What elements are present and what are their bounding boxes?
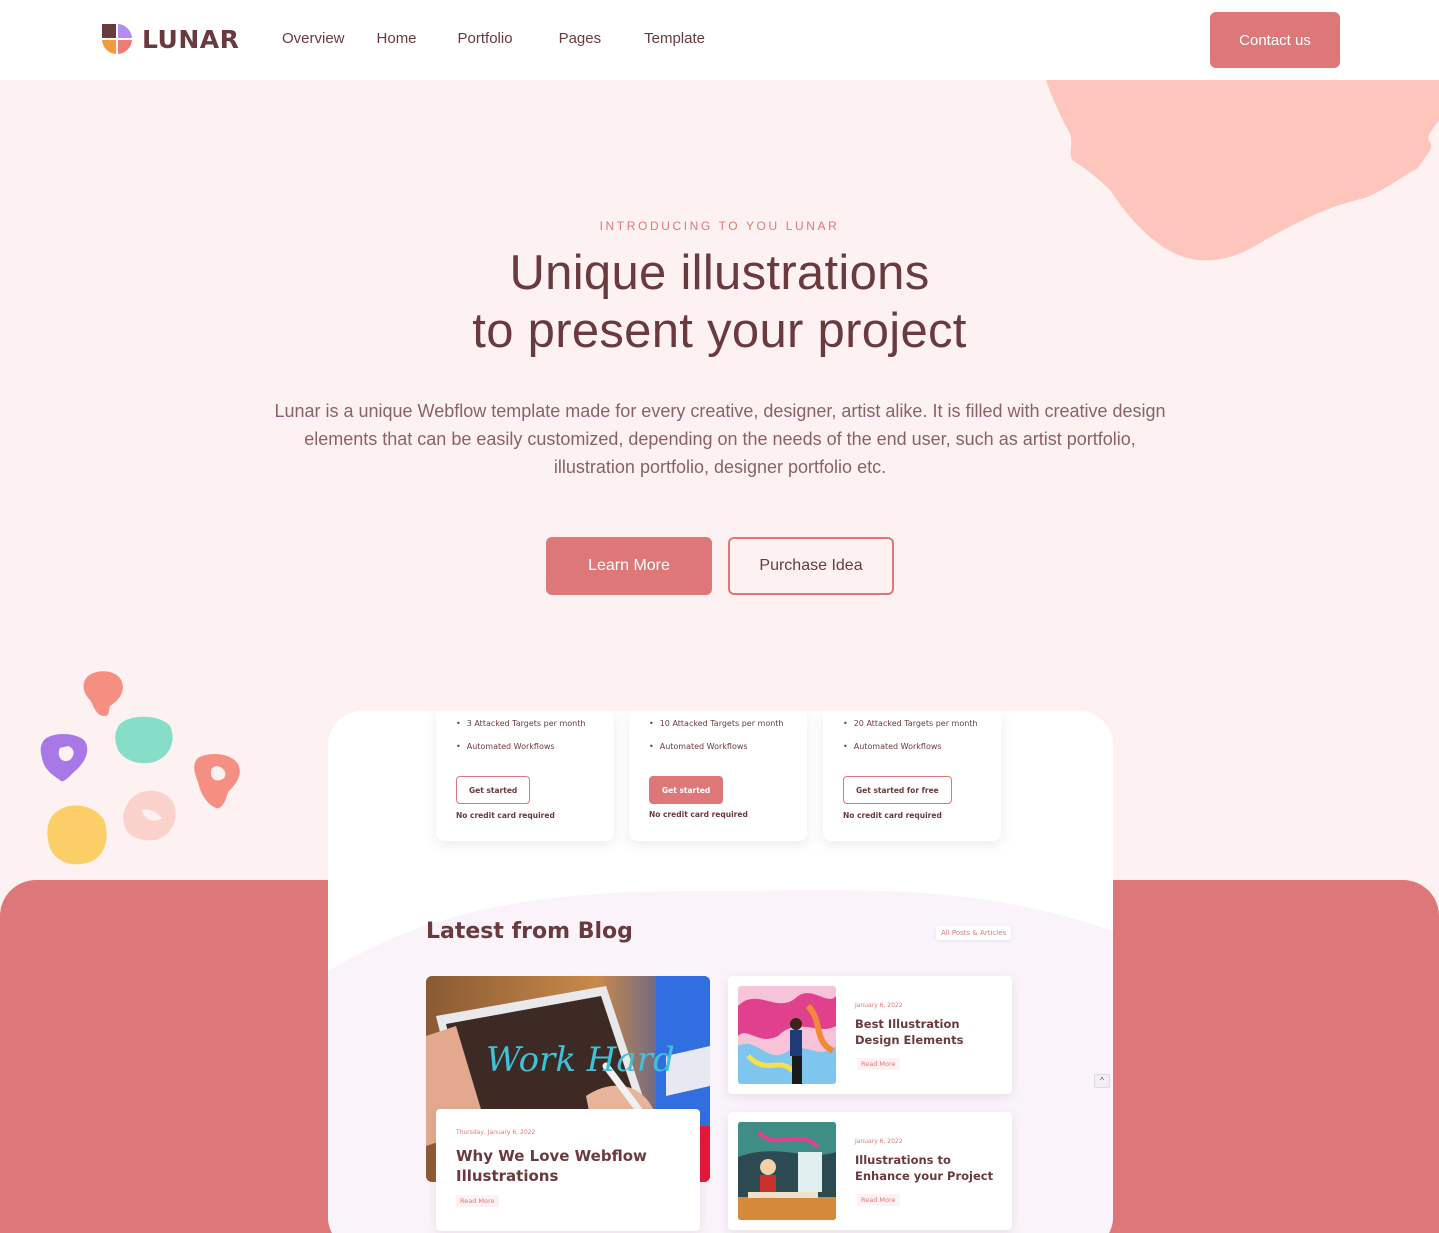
all-posts-link[interactable]: All Posts & Articles	[936, 926, 1012, 940]
get-started-free-button[interactable]: Get started for free	[843, 776, 952, 804]
contact-us-button[interactable]: Contact us	[1210, 12, 1340, 68]
post-title: Why We Love Webflow Illustrations	[456, 1147, 647, 1185]
template-preview: 3 Attacked Targets per month Automated W…	[328, 711, 1113, 1233]
hero-title-line-1: Unique illustrations	[509, 246, 930, 300]
read-more-link[interactable]: Read More	[456, 1195, 499, 1207]
top-navbar: LUNAR Overview Home Portfolio Pages Temp…	[0, 0, 1439, 80]
hero-description: Lunar is a unique Webflow template made …	[274, 401, 1166, 477]
read-more-link[interactable]: Read More	[857, 1194, 900, 1206]
hero-title: Unique illustrations to present your pro…	[0, 244, 1439, 360]
colorful-mural-image	[738, 986, 836, 1084]
purple-blob-icon	[40, 734, 88, 782]
lunar-logo-icon	[102, 24, 132, 54]
hero-eyebrow: INTRODUCING TO YOU LUNAR	[599, 219, 840, 233]
nav-link-pages[interactable]: Pages	[559, 30, 602, 47]
pricing-note: No credit card required	[843, 811, 942, 820]
mint-blob-icon	[115, 716, 173, 764]
pricing-feature: 3 Attacked Targets per month	[456, 719, 586, 728]
pricing-feature: Automated Workflows	[456, 742, 555, 751]
post-date: January 6, 2022	[855, 1002, 903, 1009]
brand-name: LUNAR	[142, 24, 240, 54]
blog-post-card[interactable]: January 6, 2022 Illustrations to Enhance…	[728, 1112, 1012, 1230]
nav-link-overview[interactable]: Overview	[282, 30, 345, 47]
pink-swirl-icon	[123, 790, 176, 841]
learn-more-button[interactable]: Learn More	[546, 537, 712, 595]
read-more-link[interactable]: Read More	[857, 1058, 900, 1070]
pricing-feature: 20 Attacked Targets per month	[843, 719, 978, 728]
yellow-blob-icon	[47, 805, 107, 865]
brand-logo[interactable]: LUNAR	[100, 22, 239, 56]
get-started-button[interactable]: Get started	[456, 776, 531, 804]
nav-link-home[interactable]: Home	[377, 30, 417, 47]
decorative-blob	[1046, 80, 1439, 261]
post-thumbnail	[738, 1122, 836, 1220]
post-date: Thursday, January 6, 2022	[456, 1129, 536, 1136]
post-title: Best Illustration Design Elements	[855, 1017, 964, 1047]
coral-swirl-icon	[194, 754, 240, 809]
blog-post-card[interactable]: January 6, 2022 Best Illustration Design…	[728, 976, 1012, 1094]
decorative-paint-blobs	[40, 671, 240, 865]
purchase-idea-button[interactable]: Purchase Idea	[728, 537, 894, 595]
pricing-feature: 10 Attacked Targets per month	[649, 719, 784, 728]
chevron-up-icon[interactable]: ^	[1094, 1074, 1110, 1088]
post-thumbnail	[738, 986, 836, 1084]
featured-post-card[interactable]: Thursday, January 6, 2022 Why We Love We…	[436, 1109, 700, 1231]
pricing-note: No credit card required	[649, 810, 748, 819]
pricing-card-highlighted: 10 Attacked Targets per month Automated …	[629, 711, 807, 841]
post-date: January 6, 2022	[855, 1138, 903, 1145]
pricing-card: 20 Attacked Targets per month Automated …	[823, 711, 1001, 841]
coral-blob-icon	[83, 671, 123, 716]
hero-title-line-2: to present your project	[472, 304, 967, 358]
nav-link-portfolio[interactable]: Portfolio	[458, 30, 513, 47]
nav-link-template[interactable]: Template	[644, 30, 705, 47]
featured-image-caption: Work Hard	[486, 1040, 675, 1080]
pricing-feature: Automated Workflows	[843, 742, 942, 751]
pricing-feature: Automated Workflows	[649, 742, 748, 751]
get-started-button[interactable]: Get started	[649, 776, 724, 804]
pricing-card: 3 Attacked Targets per month Automated W…	[436, 711, 614, 841]
post-title: Illustrations to Enhance your Project	[855, 1153, 994, 1183]
main-nav: Overview Home Portfolio Pages Template	[282, 30, 705, 47]
blog-section-title: Latest from Blog	[426, 919, 633, 944]
pricing-note: No credit card required	[456, 811, 555, 820]
office-mural-image	[738, 1122, 836, 1220]
